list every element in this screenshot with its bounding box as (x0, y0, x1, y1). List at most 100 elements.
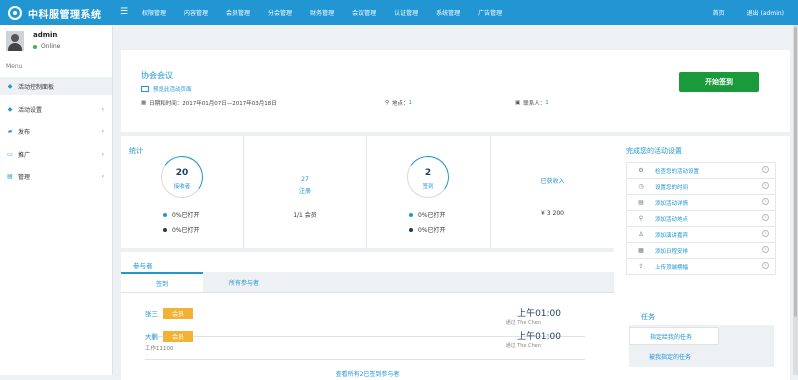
topnav-item[interactable]: 会议管理 (352, 8, 376, 17)
tab-checked-in[interactable]: 签到 (121, 272, 203, 292)
participants-title: 参与者 (133, 262, 153, 270)
recipients-circle: 20 接收者 (157, 152, 207, 202)
legend-item: 0%已打开 (409, 225, 446, 234)
hamburger-menu-icon[interactable]: ☰ (120, 7, 128, 17)
top-nav-menu: 权限管理 内容管理 会员管理 分会管理 财务管理 会议管理 认证管理 系统管理 … (142, 8, 520, 17)
menu-header: Menu (6, 63, 23, 70)
legend-dot-icon (409, 212, 413, 217)
setup-item-label: 添加活动详情 (655, 200, 689, 207)
app-title: 中科服管理系统 (28, 9, 102, 21)
revenue-amount: ¥ 3 200 (541, 210, 564, 217)
page-scrollbar[interactable] (793, 25, 798, 375)
map-pin-icon: ⚲ (638, 215, 644, 222)
checkins-circle: 2 签到 (403, 152, 453, 202)
tab-tasks-assigned-to-me[interactable]: 指定给我的任务 (629, 327, 719, 345)
info-icon[interactable]: i (762, 198, 769, 205)
topnav-item[interactable]: 认证管理 (394, 8, 418, 17)
legend-label: 0%已打开 (172, 227, 200, 234)
topnav-item[interactable]: 权限管理 (142, 8, 166, 17)
topnav-item[interactable]: 广告管理 (478, 8, 502, 17)
setup-item-label: 上传顶端横幅 (655, 264, 689, 271)
sidebar-item-dashboard[interactable]: ◆ 活动控制面板 (0, 77, 112, 95)
setup-item[interactable]: ♙ 添加演讲嘉宾 i (627, 227, 775, 243)
member-badge: 会员 (163, 331, 193, 342)
sidebar-item-promote[interactable]: ▭ 推广 ‹ (0, 145, 112, 163)
sidebar-item-label: 推广 (18, 151, 31, 159)
info-icon[interactable]: i (762, 262, 769, 269)
scrollbar-thumb[interactable] (794, 27, 797, 317)
legend-label: 0%已打开 (418, 212, 446, 219)
legend-dot-icon (163, 212, 167, 217)
setup-item[interactable]: ⚙ 检查您的活动设置 i (627, 163, 775, 179)
stat-revenue: 已获收入 ¥ 3 200 (491, 136, 614, 248)
legend-item: 0%已打开 (409, 210, 446, 219)
setup-item[interactable]: ▤ 添加活动详情 i (627, 195, 775, 211)
location-value[interactable]: 1 (409, 100, 413, 106)
flame-icon: ◆ (7, 82, 13, 90)
setup-item[interactable]: ⇪ 上传顶端横幅 i (627, 259, 775, 274)
contact-label: 联系人： (523, 101, 546, 107)
event-dashboard-card: 协会会议 预览此活动页面 ▦ 日期和时间： 2017年01月07日—2017年0… (121, 50, 790, 380)
checkin-time: 上午01:00 (517, 332, 561, 342)
setup-item[interactable]: ◷ 设置您的时间 i (627, 179, 775, 195)
legend-item: 0%已打开 (163, 225, 200, 234)
legend-item: 0%已打开 (163, 210, 200, 219)
date-label: 日期和时间： (149, 101, 183, 107)
topnav-item[interactable]: 会员管理 (226, 8, 250, 17)
legend-dot-icon (409, 227, 413, 232)
checkins-label: 签到 (422, 184, 434, 190)
online-dot-icon (33, 44, 37, 49)
info-icon[interactable]: i (762, 166, 769, 173)
event-contact: ▣ 联系人： 1 (515, 99, 549, 107)
setup-title: 完成您的活动设置 (626, 147, 682, 155)
info-icon[interactable]: i (762, 246, 769, 253)
sidebar-item-publish[interactable]: ▰ 发布 ‹ (0, 122, 112, 140)
setup-item[interactable]: ▦ 添加日程安排 i (627, 243, 775, 259)
topnav-item[interactable]: 财务管理 (310, 8, 334, 17)
chevron-left-icon: ‹ (101, 150, 104, 158)
preview-link-label: 预览此活动页面 (153, 87, 192, 93)
home-link[interactable]: 首页 (713, 8, 725, 17)
contact-value[interactable]: 1 (545, 100, 549, 106)
flame-icon: ◆ (7, 105, 13, 113)
topnav-item[interactable]: 系统管理 (436, 8, 460, 17)
setup-list: ⚙ 检查您的活动设置 i ◷ 设置您的时间 i ▤ 添加活动详情 i ⚲ 添加活… (626, 162, 776, 275)
start-checkin-button[interactable]: 开始签到 (679, 72, 759, 92)
tab-tasks-assigned-by-me[interactable]: 被我指定的任务 (629, 347, 774, 365)
user-status: Online (33, 43, 60, 50)
clock-icon: ◷ (638, 183, 644, 190)
sidebar-item-event-settings[interactable]: ◆ 活动设置 ‹ (0, 100, 112, 118)
monitor-icon (141, 86, 149, 92)
info-icon[interactable]: i (762, 214, 769, 221)
sidebar-item-label: 管理 (18, 173, 31, 181)
view-all-link[interactable]: 查看所有2已签到参与者 (121, 369, 614, 378)
logout-link[interactable]: 退出 (admin) (747, 8, 784, 17)
topnav-item[interactable]: 内容管理 (184, 8, 208, 17)
brand[interactable]: 中科服管理系统 (8, 5, 102, 21)
info-icon[interactable]: i (762, 182, 769, 189)
top-navbar: 中科服管理系统 ☰ 权限管理 内容管理 会员管理 分会管理 财务管理 会议管理 … (0, 0, 798, 25)
tab-all-participants[interactable]: 所有参与者 (203, 272, 285, 292)
sidebar-item-label: 活动设置 (18, 106, 43, 114)
tasks-title: 任务 (641, 313, 655, 321)
setup-item[interactable]: ⚲ 添加活动地点 i (627, 211, 775, 227)
setup-checklist: 完成您的活动设置 ⚙ 检查您的活动设置 i ◷ 设置您的时间 i ▤ 添加活动详… (626, 136, 776, 275)
sidebar-item-manage[interactable]: ▤ 管理 ‹ (0, 167, 112, 185)
participant-name[interactable]: 大鹏 (145, 331, 158, 341)
participant-row[interactable]: 大鹏 会员 工作11100 上午01:00 通过 The Chen (145, 327, 585, 360)
sidebar: admin Online Menu ◆ 活动控制面板 ◆ 活动设置 ‹ ▰ 发布… (0, 25, 113, 375)
participants-tabs: 签到 所有参与者 (121, 272, 614, 293)
preview-link[interactable]: 预览此活动页面 (141, 85, 192, 93)
logo-icon (8, 6, 22, 20)
participant-name[interactable]: 张三 (145, 308, 158, 318)
avatar (6, 31, 24, 51)
chevron-left-icon: ‹ (101, 127, 104, 135)
chevron-left-icon: ‹ (101, 172, 104, 180)
legend-dot-icon (163, 227, 167, 232)
registration-count: 27 (301, 176, 309, 183)
legend-label: 0%已打开 (172, 212, 200, 219)
gear-icon: ⚙ (638, 167, 644, 174)
info-icon[interactable]: i (762, 230, 769, 237)
topnav-item[interactable]: 分会管理 (268, 8, 292, 17)
user-icon: ♙ (638, 231, 644, 238)
